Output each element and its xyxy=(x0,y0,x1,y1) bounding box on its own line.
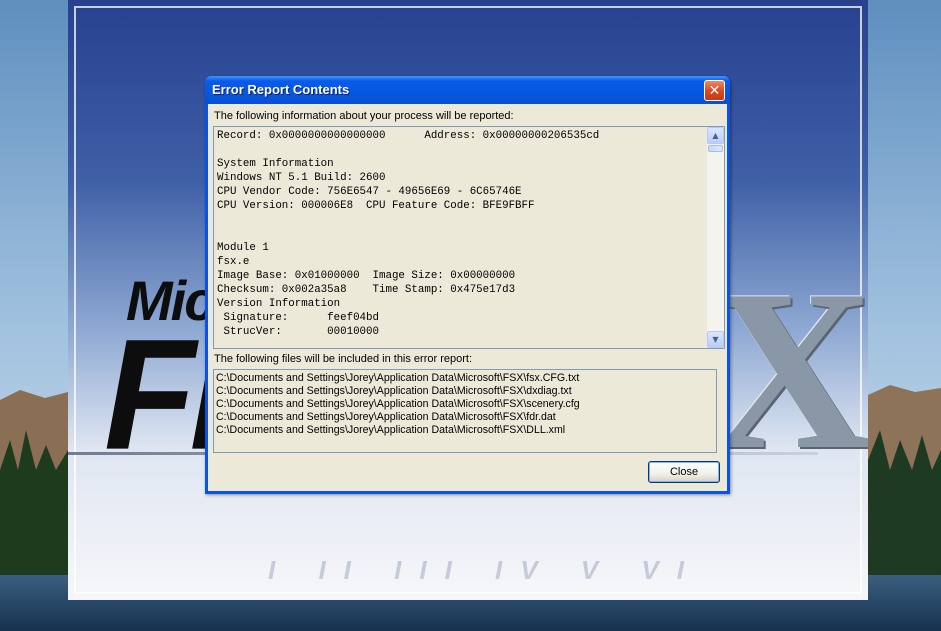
info-line xyxy=(217,213,703,227)
dialog-body: The following information about your pro… xyxy=(208,104,727,491)
report-info-text: Record: 0x0000000000000000 Address: 0x00… xyxy=(217,129,703,339)
info-line: Windows NT 5.1 Build: 2600 xyxy=(217,172,386,184)
report-info-textbox[interactable]: Record: 0x0000000000000000 Address: 0x00… xyxy=(213,126,725,349)
close-button[interactable]: Close xyxy=(648,461,720,483)
logo-x-icon: X xyxy=(708,242,868,497)
info-line xyxy=(217,227,703,241)
roman-numerals-watermark: I II III IV V VI xyxy=(268,555,702,585)
scroll-up-icon[interactable]: ▲ xyxy=(707,127,724,144)
scroll-down-icon[interactable]: ▼ xyxy=(707,331,724,348)
vertical-scrollbar[interactable]: ▲ ▼ xyxy=(707,127,724,348)
info-line xyxy=(217,143,703,157)
scrollbar-thumb[interactable] xyxy=(708,145,723,152)
info-line: Signature: feef04bd xyxy=(217,312,379,324)
info-line: Module 1 xyxy=(217,242,269,254)
files-list: C:\Documents and Settings\Jorey\Applicat… xyxy=(216,372,580,437)
info-line: StrucVer: 00010000 xyxy=(217,326,379,338)
info-line: Version Information xyxy=(217,298,341,310)
info-line: System Information xyxy=(217,158,334,170)
list-item[interactable]: C:\Documents and Settings\Jorey\Applicat… xyxy=(216,385,580,398)
list-item[interactable]: C:\Documents and Settings\Jorey\Applicat… xyxy=(216,424,580,437)
title-bar[interactable]: Error Report Contents ✕ xyxy=(205,76,730,104)
report-files-listbox[interactable]: C:\Documents and Settings\Jorey\Applicat… xyxy=(213,369,717,453)
info-line: fsx.e xyxy=(217,256,250,268)
list-item[interactable]: C:\Documents and Settings\Jorey\Applicat… xyxy=(216,411,580,424)
info-line: Checksum: 0x002a35a8 Time Stamp: 0x475e1… xyxy=(217,284,516,296)
info-line: Image Base: 0x01000000 Image Size: 0x000… xyxy=(217,270,516,282)
info-line: CPU Version: 000006E8 CPU Feature Code: … xyxy=(217,200,535,212)
close-icon[interactable]: ✕ xyxy=(704,80,725,101)
list-item[interactable]: C:\Documents and Settings\Jorey\Applicat… xyxy=(216,372,580,385)
files-label: The following files will be included in … xyxy=(214,353,473,365)
error-report-dialog: Error Report Contents ✕ The following in… xyxy=(205,76,730,494)
dialog-title: Error Report Contents xyxy=(212,82,350,97)
info-line: Record: 0x0000000000000000 Address: 0x00… xyxy=(217,130,600,142)
info-line: CPU Vendor Code: 756E6547 - 49656E69 - 6… xyxy=(217,186,522,198)
list-item[interactable]: C:\Documents and Settings\Jorey\Applicat… xyxy=(216,398,580,411)
info-label: The following information about your pro… xyxy=(214,110,514,122)
